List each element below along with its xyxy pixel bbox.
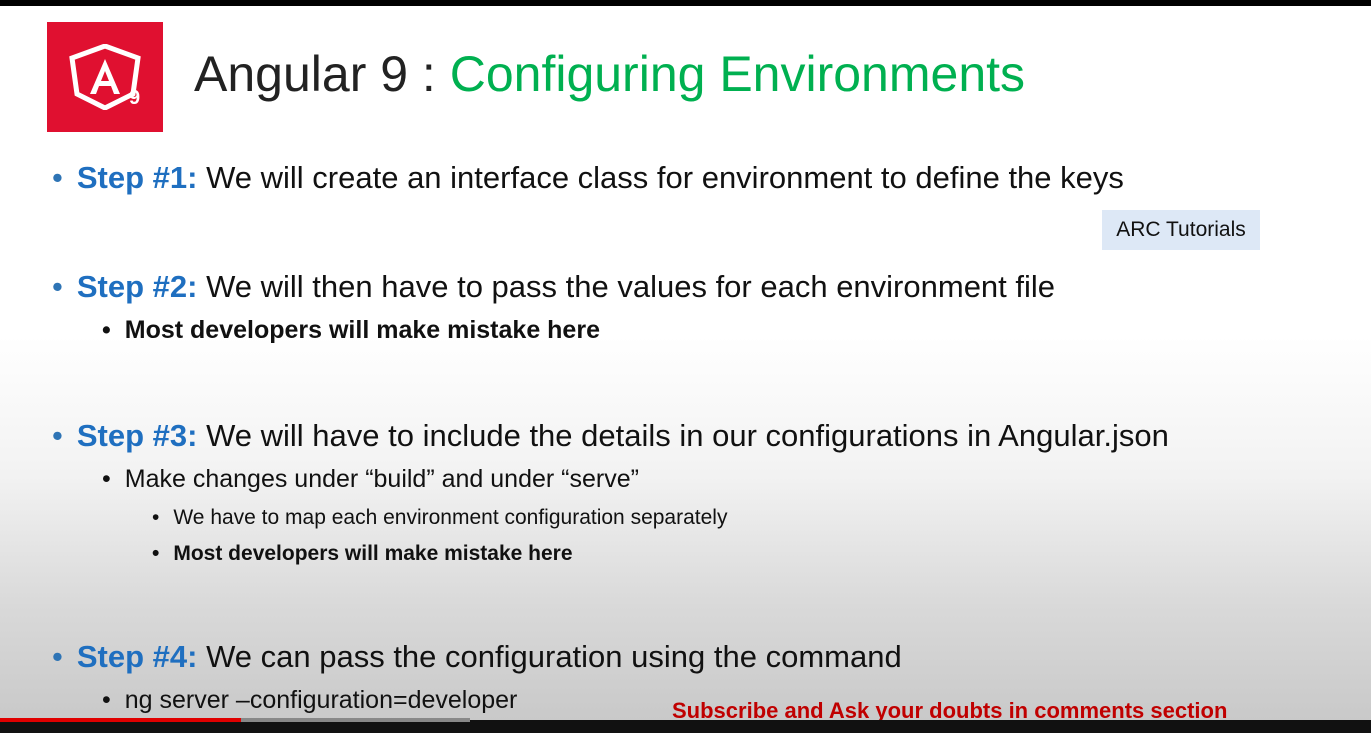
watermark-badge: ARC Tutorials bbox=[1102, 210, 1260, 250]
step-1-label: Step #1: bbox=[76, 160, 198, 195]
bullet-icon: • bbox=[52, 269, 63, 304]
slide: 9 Angular 9 : Configuring Environments •… bbox=[0, 6, 1371, 720]
subscribe-banner: Subscribe and Ask your doubts in comment… bbox=[672, 698, 1228, 720]
page-title: Angular 9 : Configuring Environments bbox=[194, 44, 1025, 104]
bullet-icon: • bbox=[52, 160, 63, 195]
step-3-subsub-text-1: We have to map each environment configur… bbox=[173, 506, 728, 529]
step-4-label: Step #4: bbox=[76, 639, 198, 674]
bullet-icon: • bbox=[102, 316, 111, 344]
title-highlight: Configuring Environments bbox=[449, 46, 1026, 102]
angular-shield-icon: 9 bbox=[69, 44, 141, 110]
bullet-icon: • bbox=[152, 542, 160, 565]
step-3-subsub-bullet-1: • We have to map each environment configu… bbox=[152, 505, 727, 531]
step-2-text: We will then have to pass the values for… bbox=[197, 269, 1056, 304]
step-4-sub-bullet: • ng server –configuration=developer bbox=[102, 685, 517, 715]
step-1-bullet: • Step #1: We will create an interface cl… bbox=[52, 159, 1124, 197]
step-1-text: We will create an interface class for en… bbox=[197, 160, 1124, 195]
title-prefix: Angular 9 : bbox=[194, 46, 450, 102]
step-3-text: We will have to include the details in o… bbox=[197, 418, 1169, 453]
bullet-icon: • bbox=[102, 686, 111, 714]
svg-text:9: 9 bbox=[129, 87, 140, 109]
step-2-sub-text: Most developers will make mistake here bbox=[124, 316, 600, 344]
bullet-icon: • bbox=[52, 639, 63, 674]
step-4-text: We can pass the configuration using the … bbox=[197, 639, 902, 674]
step-3-bullet: • Step #3: We will have to include the de… bbox=[52, 417, 1169, 455]
step-4-sub-text: ng server –configuration=developer bbox=[124, 686, 518, 714]
step-4-bullet: • Step #4: We can pass the configuration … bbox=[52, 638, 902, 676]
step-2-label: Step #2: bbox=[76, 269, 198, 304]
bullet-icon: • bbox=[52, 418, 63, 453]
step-3-sub-bullet: • Make changes under “build” and under “s… bbox=[102, 464, 639, 494]
step-3-sub-text: Make changes under “build” and under “se… bbox=[124, 465, 639, 493]
step-2-sub-bullet: • Most developers will make mistake here bbox=[102, 315, 600, 345]
step-2-bullet: • Step #2: We will then have to pass the … bbox=[52, 268, 1055, 306]
bullet-icon: • bbox=[102, 465, 111, 493]
step-3-subsub-bullet-2: • Most developers will make mistake here bbox=[152, 541, 573, 567]
step-3-subsub-text-2: Most developers will make mistake here bbox=[173, 542, 573, 565]
bullet-icon: • bbox=[152, 506, 160, 529]
step-3-label: Step #3: bbox=[76, 418, 198, 453]
video-progress-bar[interactable] bbox=[0, 718, 241, 722]
angular-logo: 9 bbox=[47, 22, 163, 132]
